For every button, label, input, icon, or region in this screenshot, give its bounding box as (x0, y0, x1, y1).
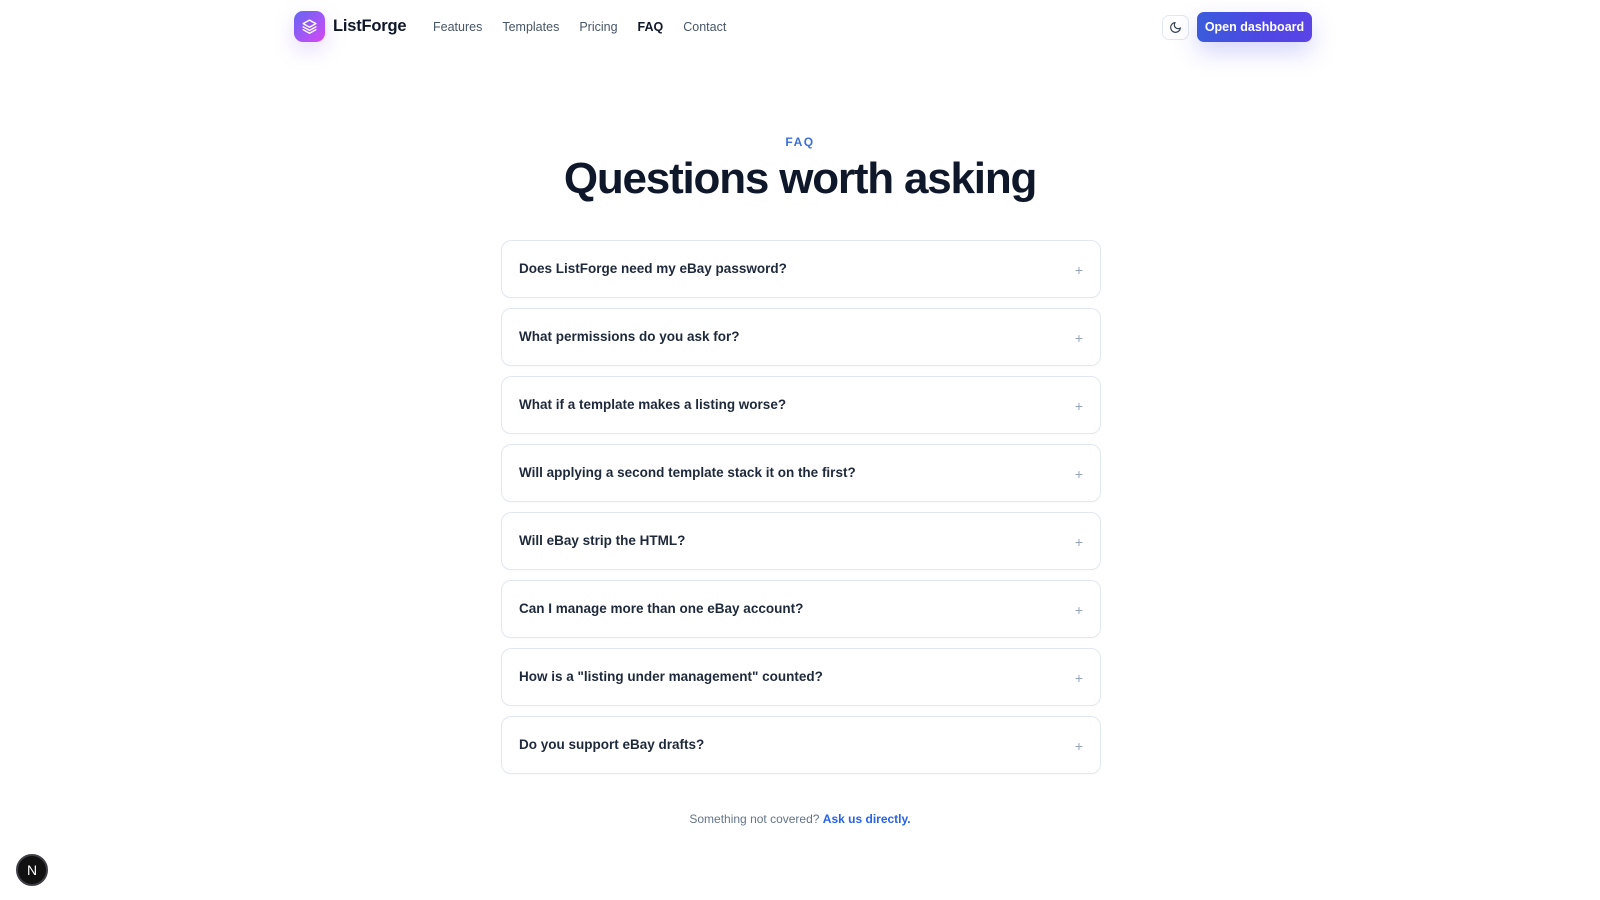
faq-question: What if a template makes a listing worse… (519, 397, 787, 412)
faq-footer-note: Something not covered? Ask us directly. (0, 812, 1600, 826)
nav-link-contact[interactable]: Contact (683, 18, 726, 36)
next-logo-icon: N (26, 862, 38, 878)
faq-question: Can I manage more than one eBay account? (519, 601, 804, 616)
dev-tools-badge[interactable]: N (16, 854, 48, 886)
faq-question: Will applying a second template stack it… (519, 465, 856, 480)
nav-link-pricing[interactable]: Pricing (579, 18, 617, 36)
plus-icon: + (1074, 398, 1083, 414)
faq-question: Will eBay strip the HTML? (519, 533, 686, 548)
faq-item[interactable]: Will eBay strip the HTML? + (501, 512, 1101, 570)
faq-list: Does ListForge need my eBay password? + … (501, 240, 1101, 784)
ask-us-link[interactable]: Ask us directly. (823, 812, 911, 826)
main-nav: Features Templates Pricing FAQ Contact (433, 18, 746, 36)
faq-item[interactable]: What if a template makes a listing worse… (501, 376, 1101, 434)
faq-item[interactable]: What permissions do you ask for? + (501, 308, 1101, 366)
plus-icon: + (1074, 534, 1083, 550)
faq-item[interactable]: Does ListForge need my eBay password? + (501, 240, 1101, 298)
nav-link-templates[interactable]: Templates (502, 18, 559, 36)
faq-item[interactable]: How is a "listing under management" coun… (501, 648, 1101, 706)
site-header: ListForge Features Templates Pricing FAQ… (0, 0, 1600, 54)
faq-question: Does ListForge need my eBay password? (519, 261, 787, 276)
nav-link-faq[interactable]: FAQ (638, 18, 664, 36)
moon-icon (1170, 22, 1181, 33)
page-title: Questions worth asking (563, 154, 1038, 203)
open-dashboard-button[interactable]: Open dashboard (1197, 12, 1312, 42)
faq-question: Do you support eBay drafts? (519, 737, 705, 752)
nav-link-features[interactable]: Features (433, 18, 482, 36)
faq-question: What permissions do you ask for? (519, 329, 740, 344)
brand-name: ListForge (333, 17, 407, 35)
faq-item[interactable]: Do you support eBay drafts? + (501, 716, 1101, 774)
plus-icon: + (1074, 262, 1083, 278)
plus-icon: + (1074, 670, 1083, 686)
plus-icon: + (1074, 330, 1083, 346)
plus-icon: + (1074, 738, 1083, 754)
layers-icon (294, 11, 325, 42)
section-eyebrow: FAQ (785, 135, 815, 149)
theme-toggle-button[interactable] (1162, 15, 1189, 40)
brand-logo-link[interactable]: ListForge (294, 11, 407, 42)
plus-icon: + (1074, 602, 1083, 618)
faq-question: How is a "listing under management" coun… (519, 669, 823, 684)
footer-note-text: Something not covered? (689, 812, 820, 826)
faq-item[interactable]: Can I manage more than one eBay account?… (501, 580, 1101, 638)
plus-icon: + (1074, 466, 1083, 482)
faq-item[interactable]: Will applying a second template stack it… (501, 444, 1101, 502)
